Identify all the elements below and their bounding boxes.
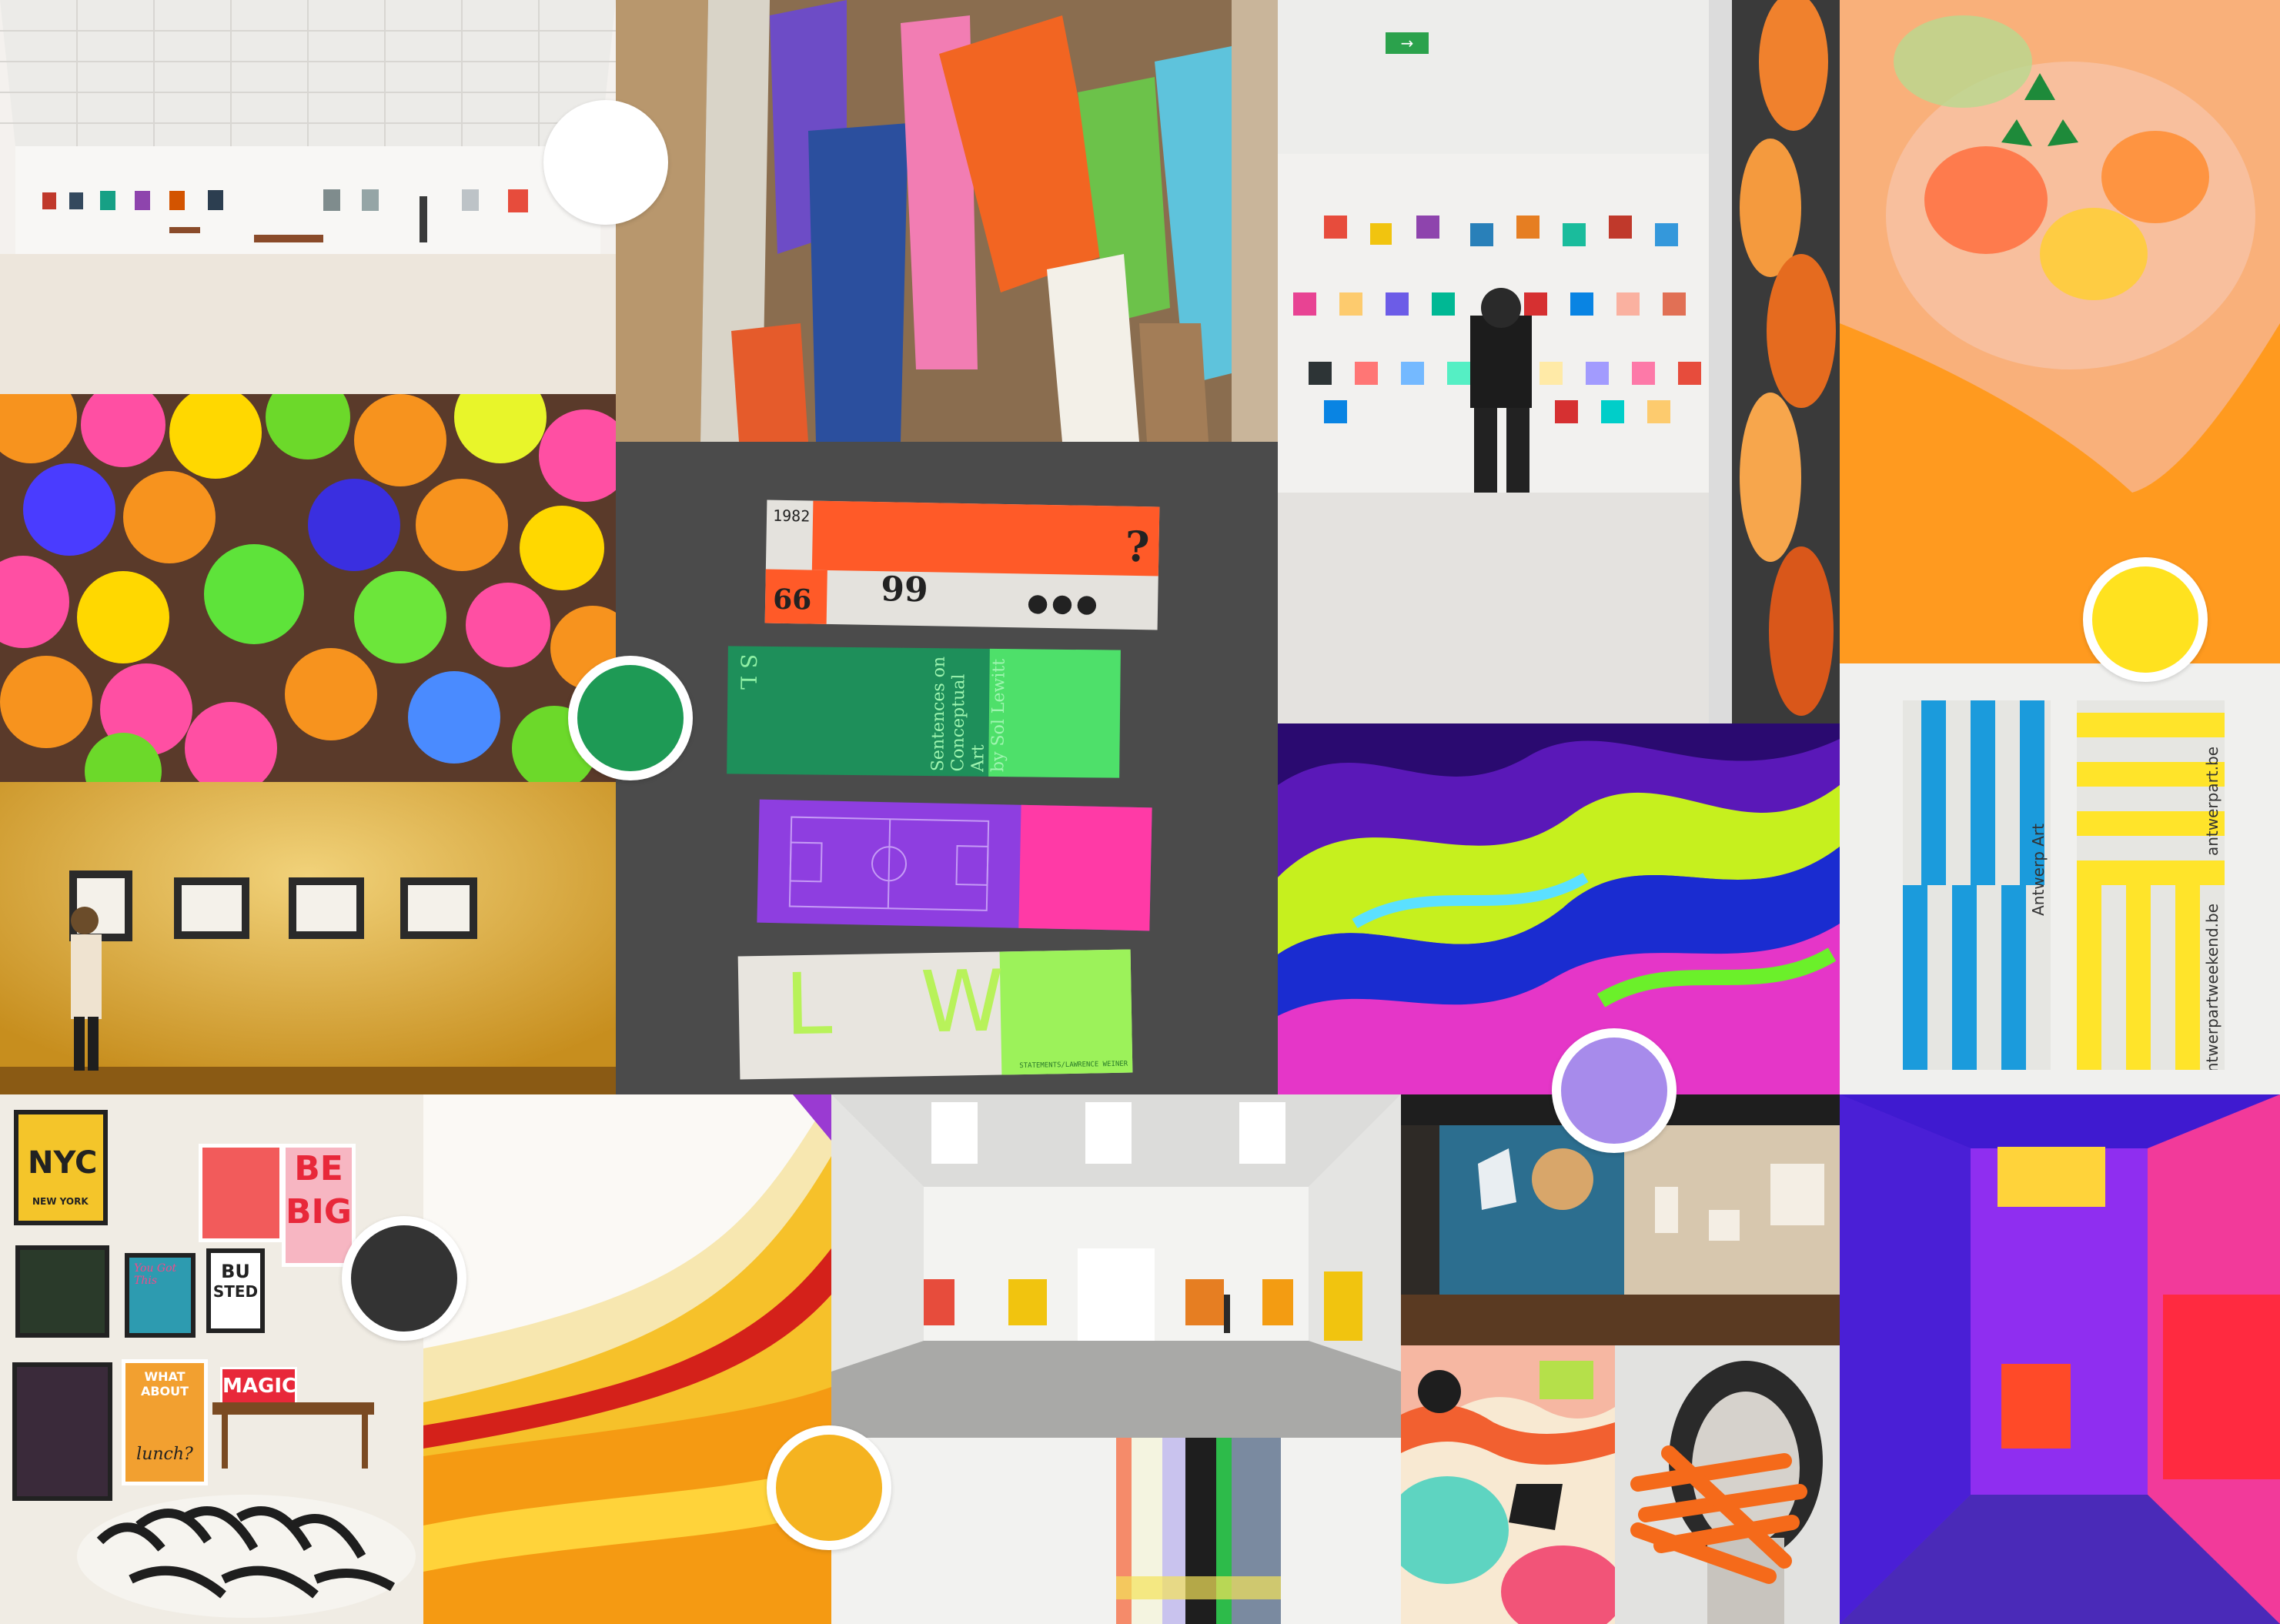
- booklet-blue: Antwerp Art: [1903, 700, 2051, 1070]
- ticket-title-line3: by Sol Lewitt: [988, 658, 1009, 773]
- ticket-green: S L Sentences on Conceptual Art by Sol L…: [727, 646, 1121, 778]
- photo-amber-glass-panels: [1709, 0, 1840, 723]
- swatch-green: [568, 656, 693, 780]
- ticket-dots: ●●●: [1026, 587, 1102, 619]
- photo-poster-wall-room: NYC NEW YORK BE BIG You Got This BU STED…: [0, 1094, 423, 1624]
- photo-abstract-painting: [831, 1438, 1401, 1624]
- swatch-yellow: [2083, 557, 2208, 682]
- ticket-close-quote: 99: [880, 570, 929, 610]
- poster-nyc: NYC: [28, 1145, 98, 1181]
- poster-you-got-this: You Got This: [134, 1262, 177, 1287]
- ticket-question-mark: ?: [1125, 521, 1151, 572]
- photo-neon-fluid-abstract: [1278, 723, 1840, 1094]
- ticket-open-quote: 66: [772, 583, 812, 617]
- ticket-side-letters: S L: [735, 653, 761, 690]
- ticket-letters: L W: [784, 951, 1036, 1054]
- booklet-right-label2: antwerpartweekend.be: [2203, 904, 2221, 1070]
- photo-neon-corridor: [1840, 1094, 2280, 1624]
- photo-memphis-pattern: [1401, 1345, 1615, 1624]
- booklet-right-label1: antwerpart.be: [2203, 747, 2221, 857]
- poster-busted-2: STED: [212, 1282, 259, 1301]
- swatch-lavender: [1552, 1028, 1677, 1153]
- ticket-purple: [757, 799, 1152, 931]
- photo-antwerp-art-booklets: Antwerp Art antwerpart.be antwerpartweek…: [1840, 663, 2280, 1094]
- poster-be: BE: [294, 1149, 343, 1188]
- poster-busted-1: BU: [221, 1261, 250, 1282]
- exit-sign-arrow: →: [1401, 34, 1414, 52]
- swatch-charcoal: [342, 1216, 466, 1341]
- photo-white-cube-gallery: [831, 1094, 1401, 1438]
- poster-lunch: lunch?: [136, 1445, 193, 1464]
- photo-recycling-bag: [1840, 0, 2280, 663]
- photo-ball-pit: [0, 394, 616, 782]
- photo-golden-swirl-abstract: [423, 1094, 831, 1624]
- photo-recycled-cardboard: [616, 0, 1278, 442]
- zebra-rug: [77, 1495, 416, 1618]
- poster-big: BIG: [286, 1192, 353, 1231]
- photo-white-gallery-hall: [0, 0, 616, 394]
- ticket-lime: L W STATEMENTS/LAWRENCE WEINER: [737, 949, 1133, 1080]
- photo-exhibition-tickets: 1982 ? 66 99 ●●● S L Sentences on Concep…: [616, 442, 1278, 1094]
- poster-new-york: NEW YORK: [32, 1196, 89, 1207]
- ticket-orange: 1982 ? 66 99 ●●●: [764, 500, 1160, 630]
- photo-gallery-mosaic-wall: →: [1278, 0, 1709, 723]
- ticket-title-line1: Sentences on: [928, 656, 949, 772]
- court-diagram: [788, 816, 990, 911]
- booklet-yellow: antwerpart.be antwerpartweekend.be: [2077, 700, 2225, 1070]
- ticket-year: 1982: [772, 506, 811, 526]
- photo-yellow-wall-gallery: [0, 782, 616, 1094]
- poster-what-about: WHAT ABOUT: [140, 1369, 189, 1398]
- swatch-white: [543, 100, 668, 225]
- poster-magic: MAGIC: [222, 1375, 297, 1398]
- ticket-title-line2: Conceptual Art: [948, 673, 988, 772]
- swatch-amber: [767, 1425, 891, 1550]
- stripe-canvas: [1116, 1438, 1281, 1624]
- photo-woman-orange-tape: [1615, 1345, 1840, 1624]
- booklet-left-label: Antwerp Art: [2029, 824, 2048, 916]
